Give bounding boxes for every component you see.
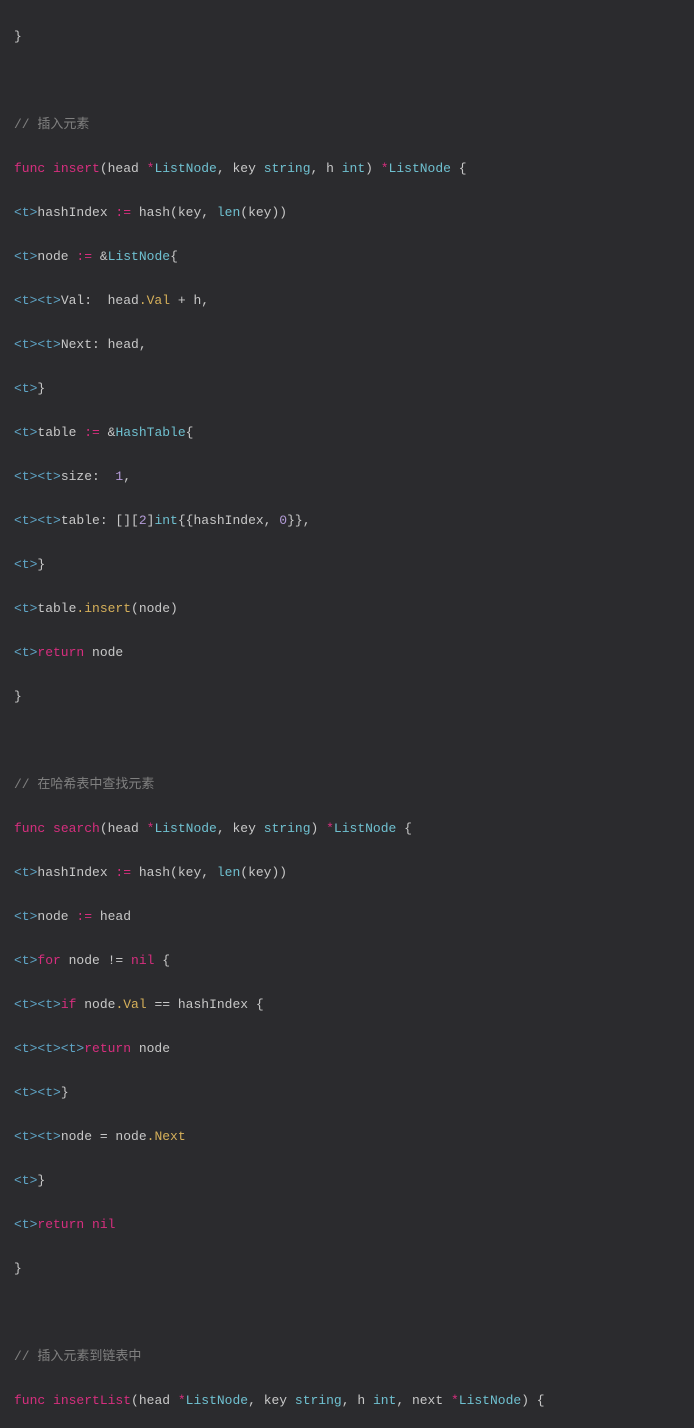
code-line: <t><t>}: [14, 1082, 680, 1104]
code-line: <t>table.insert(node): [14, 598, 680, 620]
code-line: func search(head *ListNode, key string) …: [14, 818, 680, 840]
code-editor[interactable]: } // 插入元素 func insert(head *ListNode, ke…: [0, 0, 694, 1428]
code-line: <t><t>if node.Val == hashIndex {: [14, 994, 680, 1016]
code-line: [14, 1302, 680, 1324]
code-line: <t>return nil: [14, 1214, 680, 1236]
code-line: // 插入元素到链表中: [14, 1346, 680, 1368]
code-line: <t><t>size: 1,: [14, 466, 680, 488]
code-line: [14, 730, 680, 752]
code-line: // 在哈希表中查找元素: [14, 774, 680, 796]
code-line: <t><t><t>return node: [14, 1038, 680, 1060]
code-line: }: [14, 26, 680, 48]
code-line: <t>}: [14, 554, 680, 576]
code-line: <t><t>table: [][2]int{{hashIndex, 0}},: [14, 510, 680, 532]
code-line: [14, 70, 680, 92]
code-line: <t>node := &ListNode{: [14, 246, 680, 268]
code-line: <t>}: [14, 378, 680, 400]
code-line: <t>node := head: [14, 906, 680, 928]
code-line: func insert(head *ListNode, key string, …: [14, 158, 680, 180]
code-line: // 插入元素: [14, 114, 680, 136]
code-line: <t><t>node = node.Next: [14, 1126, 680, 1148]
code-line: <t>hashIndex := hash(key, len(key)): [14, 202, 680, 224]
code-line: <t>}: [14, 1170, 680, 1192]
code-line: <t>return node: [14, 642, 680, 664]
code-line: }: [14, 1258, 680, 1280]
code-line: <t><t>Val: head.Val + h,: [14, 290, 680, 312]
code-line: func insertList(head *ListNode, key stri…: [14, 1390, 680, 1412]
code-line: <t>for node != nil {: [14, 950, 680, 972]
code-line: <t><t>Next: head,: [14, 334, 680, 356]
code-line: <t>hashIndex := hash(key, len(key)): [14, 862, 680, 884]
code-line: }: [14, 686, 680, 708]
code-line: <t>table := &HashTable{: [14, 422, 680, 444]
